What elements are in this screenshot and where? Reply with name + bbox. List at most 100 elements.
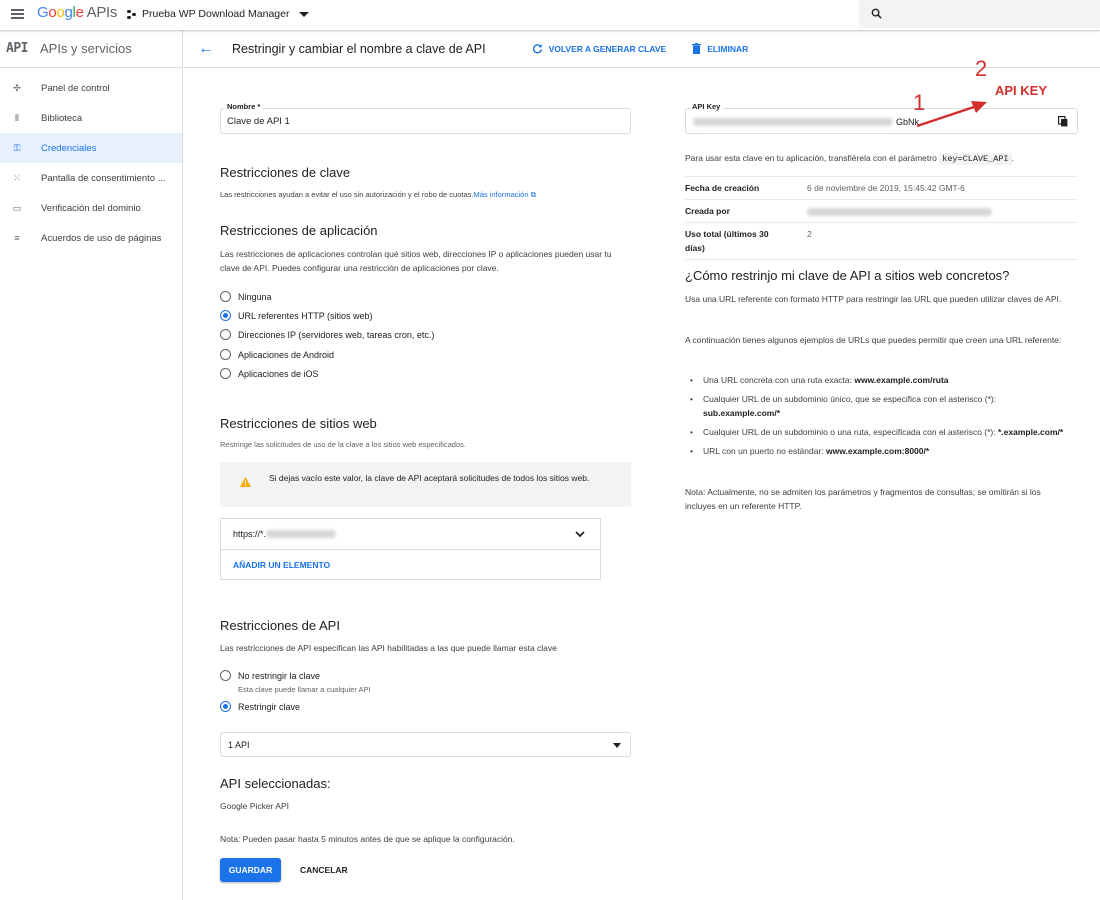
radio-label: URL referentes HTTP (sitios web) [238,310,373,321]
dashboard-icon: ✣ [13,82,21,93]
radio-http-referrers[interactable]: URL referentes HTTP (sitios web) [220,310,373,321]
radio-sublabel: Esta clave puede llamar a cualquier API [238,685,371,694]
sidebar: API APIs y servicios ✣ Panel de control … [0,30,183,900]
meta-key: Fecha de creación [685,183,760,193]
app-restrictions-title: Restricciones de aplicación [220,223,378,238]
chevron-down-icon[interactable] [574,528,586,540]
radio-label: Restringir clave [238,701,301,712]
list-item: Cualquier URL de un subdominio único, qu… [690,392,1075,420]
radio-circle [220,329,231,340]
back-arrow-icon[interactable]: ← [198,40,214,58]
page-header: ← Restringir y cambiar el nombre a clave… [184,30,1100,68]
sidebar-item-label: Panel de control [41,82,110,94]
web-restrictions-desc: Restringe las solicitudes de uso de la c… [220,440,466,449]
usage-code: key=CLAVE_API [939,153,1012,165]
radio-label: Ninguna [238,291,272,302]
page-title: Restringir y cambiar el nombre a clave d… [232,41,486,56]
sidebar-item-label: Pantalla de consentimiento ... [41,172,166,184]
regenerate-key-button[interactable]: VOLVER A GENERAR CLAVE [532,43,667,54]
web-restrictions-title: Restricciones de sitios web [220,416,377,431]
bullet-example: *.example.com/* [998,427,1064,437]
radio-ios-apps[interactable]: Aplicaciones de iOS [220,368,319,379]
table-row: Creada por [685,199,1078,222]
settings-list-icon: ≡ [14,233,20,243]
sidebar-item-consentimiento[interactable]: ⁙ Pantalla de consentimiento ... [0,163,182,193]
sidebar-item-credenciales[interactable]: ⚿ Credenciales [0,133,182,163]
how-to-note: Nota: Actualmente, no se admiten los par… [685,487,1041,511]
add-item-button[interactable]: AÑADIR UN ELEMENTO [221,550,600,570]
radio-circle [220,291,231,302]
sidebar-item-panel[interactable]: ✣ Panel de control [0,73,182,103]
bullet-example: www.example.com/ruta [854,375,949,385]
referrer-list: https://*. AÑADIR UN ELEMENTO [220,518,601,580]
key-restrictions-title: Restricciones de clave [220,165,351,180]
project-icon [127,9,136,19]
key-restrictions-text: Las restricciones ayudan a evitar el uso… [220,190,474,199]
table-row: Uso total (últimos 30 días) 2 [685,222,1078,260]
how-to-p2: A continuación tienes algunos ejemplos d… [685,335,1062,345]
cancel-button[interactable]: CANCELAR [292,858,356,882]
api-key-field[interactable]: GbNk [685,108,1078,134]
api-key-label: API Key [689,102,724,111]
google-apis-logo[interactable]: Google APIs [37,4,117,21]
sidebar-item-label: Acuerdos de uso de páginas [41,232,162,244]
radio-circle [220,368,231,379]
sidebar-item-verificacion[interactable]: ▭ Verificación del dominio [0,193,182,223]
referrer-item[interactable]: https://*. [221,519,600,550]
more-info-link[interactable]: Más información [473,190,528,199]
how-to-p1: Usa una URL referente con formato HTTP p… [685,294,1062,304]
radio-restrict-key[interactable]: Restringir clave [220,701,300,712]
project-selector[interactable]: Prueba WP Download Manager [127,8,310,20]
sidebar-title: APIs y servicios [39,41,132,56]
usage-period: . [1011,153,1014,163]
annotation-arrow [916,101,987,128]
sidebar-nav: ✣ Panel de control ⦀ Biblioteca ⚿ Creden… [0,68,182,253]
save-button[interactable]: GUARDAR [220,858,281,882]
radio-circle [220,670,231,681]
logo-google-text: Google [37,4,84,21]
selected-apis-title: API seleccionadas: [220,776,331,791]
refresh-icon [532,44,542,54]
search-bar[interactable] [859,0,1100,28]
copy-icon[interactable] [1058,116,1068,127]
list-item: Cualquier URL de un subdominio o una rut… [690,425,1075,439]
how-to-title: ¿Cómo restrinjo mi clave de API a sitios… [685,268,1010,283]
regenerate-key-label: VOLVER A GENERAR CLAVE [548,43,667,54]
radio-android-apps[interactable]: Aplicaciones de Android [220,349,334,360]
redacted-key [693,118,893,126]
api-select-dropdown[interactable]: 1 API [220,732,631,757]
dropdown-arrow-icon [613,743,621,748]
name-field-label: Nombre * [224,102,264,111]
api-select-value: 1 API [228,740,250,750]
redacted-domain [266,530,337,538]
logo-apis-text: APIs [86,4,118,21]
annotation-number-2: 2 [975,56,988,81]
meta-value: 6 de noviembre de 2019, 15:45:42 GMT-6 [807,183,965,193]
search-icon [871,8,882,19]
radio-ip-addresses[interactable]: Direcciones IP (servidores web, tareas c… [220,329,434,340]
sidebar-item-label: Credenciales [41,142,97,154]
top-app-bar: Google APIs Prueba WP Download Manager [0,0,1100,30]
menu-icon[interactable] [11,9,24,19]
warning-banner: Si dejas vacío este valor, la clave de A… [220,462,631,507]
app-restrictions-desc: Las restricciones de aplicaciones contro… [220,249,612,273]
meta-key: Creada por [685,206,730,216]
radio-no-restrict[interactable]: No restringir la clave [220,670,320,681]
dropdown-caret-icon [299,11,310,17]
api-restrictions-desc: Las restricciones de API especifican las… [220,643,557,653]
sidebar-header: API APIs y servicios [0,30,182,68]
trash-icon [692,43,702,54]
warning-icon [240,477,251,487]
radio-label: Aplicaciones de Android [238,349,335,360]
radio-ninguna[interactable]: Ninguna [220,291,272,302]
external-link-icon: ⧉ [528,190,536,199]
meta-value [807,204,992,218]
delete-label: ELIMINAR [707,43,749,54]
sidebar-item-biblioteca[interactable]: ⦀ Biblioteca [0,103,182,133]
sidebar-item-acuerdos[interactable]: ≡ Acuerdos de uso de páginas [0,223,182,253]
referrer-value: https://*. [233,529,267,539]
name-field-value[interactable]: Clave de API 1 [227,116,290,127]
sidebar-item-label: Verificación del dominio [41,202,141,214]
radio-circle [220,349,231,360]
delete-button[interactable]: ELIMINAR [692,43,748,54]
